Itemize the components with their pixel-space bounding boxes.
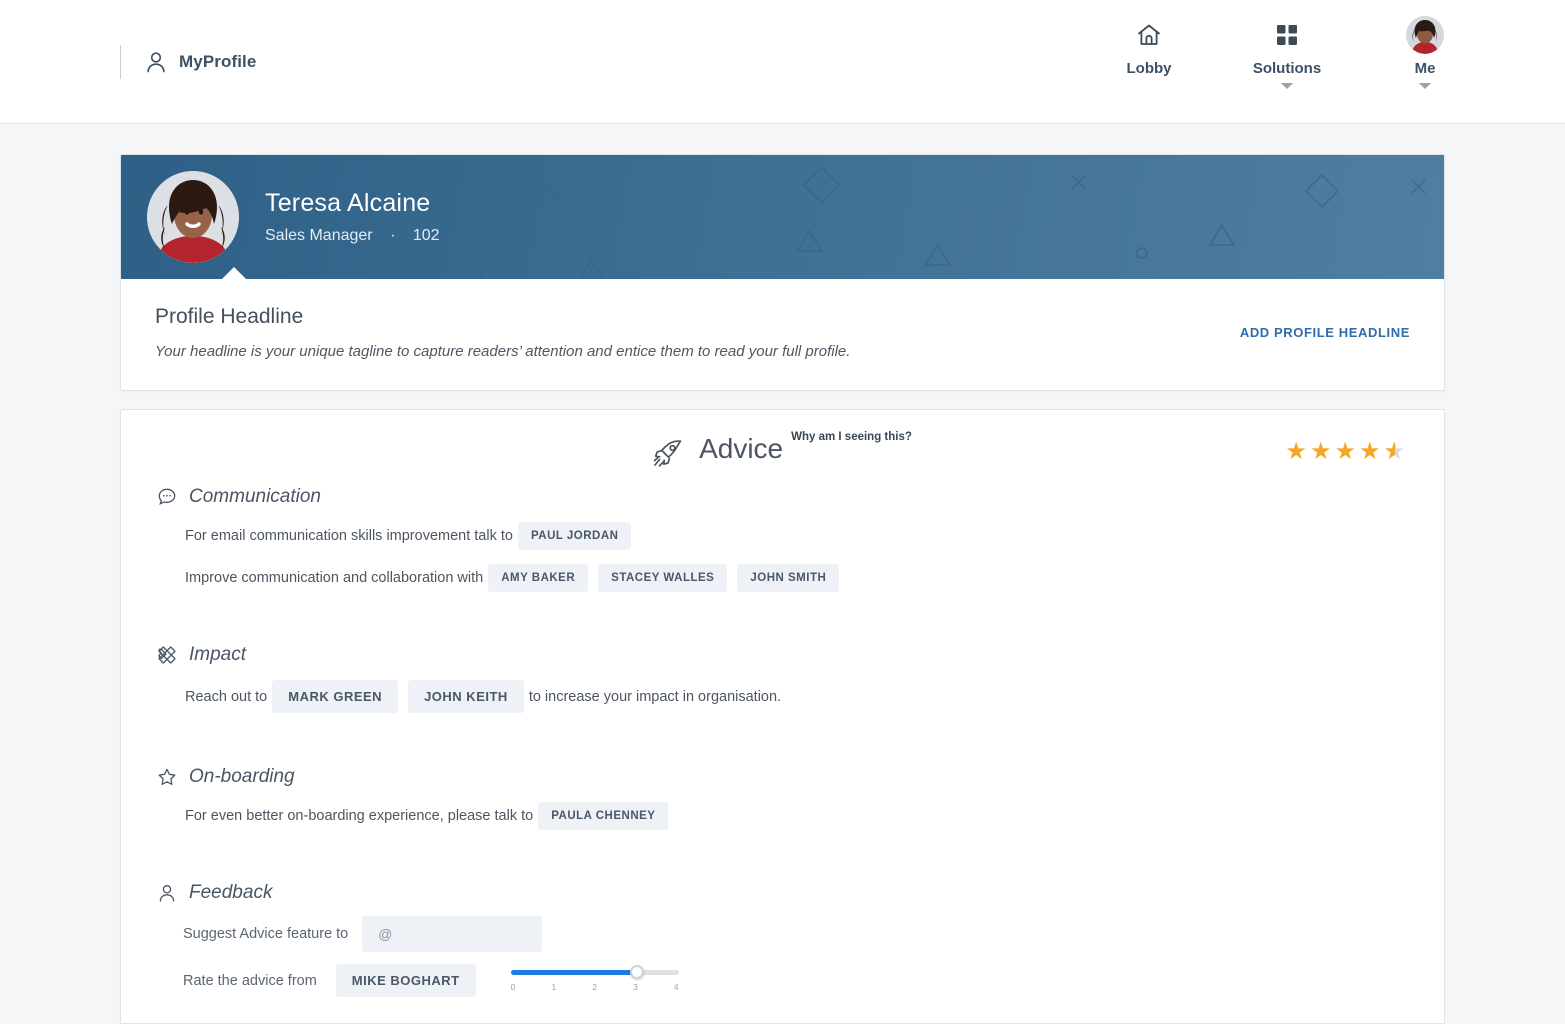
avatar bbox=[1406, 16, 1444, 54]
advice-line-prefix: Reach out to bbox=[185, 688, 268, 705]
slider-fill bbox=[510, 969, 637, 975]
headline-title: Profile Headline bbox=[155, 305, 304, 328]
rocket-icon bbox=[653, 439, 685, 472]
profile-separator: · bbox=[390, 227, 396, 244]
avatar-icon bbox=[1406, 16, 1444, 54]
brand-area[interactable]: MyProfile bbox=[120, 42, 256, 82]
profile-role: Sales Manager bbox=[265, 227, 373, 244]
headline-description: Your headline is your unique tagline to … bbox=[155, 343, 851, 360]
why-am-i-seeing-this-link[interactable]: Why am I seeing this? bbox=[791, 431, 912, 443]
crossed-diamonds-icon bbox=[157, 645, 177, 665]
nav-item-me[interactable]: Me bbox=[1381, 16, 1469, 89]
advice-card: Advice Why am I seeing this? ★ ★ ★ ★ ★ ★… bbox=[120, 409, 1445, 1024]
profile-id: 102 bbox=[412, 227, 440, 244]
slider-tick: 0 bbox=[510, 981, 516, 992]
advice-line: For email communication skills improveme… bbox=[157, 522, 1444, 550]
banner-notch bbox=[221, 267, 247, 279]
headline-text-block: Profile Headline Your headline is your u… bbox=[155, 305, 1210, 360]
slider-tick: 2 bbox=[592, 981, 597, 992]
profile-identity: Teresa Alcaine Sales Manager · 102 bbox=[265, 189, 440, 245]
star-icon-4[interactable]: ★ bbox=[1359, 440, 1382, 464]
profile-subtitle: Sales Manager · 102 bbox=[265, 227, 440, 245]
brand-divider bbox=[120, 44, 121, 79]
chevron-down-icon-me[interactable] bbox=[1419, 83, 1431, 89]
section-title-impact: Impact bbox=[189, 644, 247, 665]
advice-line: Reach out to MARK GREEN JOHN KEITH to in… bbox=[157, 680, 1444, 713]
person-icon bbox=[157, 883, 177, 903]
advice-line-prefix: For email communication skills improveme… bbox=[185, 528, 513, 544]
profile-name: Teresa Alcaine bbox=[265, 189, 431, 217]
suggest-advice-label: Suggest Advice feature to bbox=[183, 926, 349, 942]
star-icon-1[interactable]: ★ bbox=[1285, 440, 1308, 464]
advice-line-prefix: For even better on-boarding experience, … bbox=[185, 808, 534, 824]
suggest-advice-row: Suggest Advice feature to bbox=[157, 916, 1444, 952]
advice-section-communication: Communication For email communication sk… bbox=[121, 486, 1444, 592]
section-title-onboarding: On-boarding bbox=[189, 766, 295, 787]
person-chip[interactable]: MARK GREEN bbox=[272, 680, 399, 713]
nav-item-solutions[interactable]: Solutions bbox=[1243, 18, 1331, 89]
nav-label-me: Me bbox=[1414, 60, 1436, 77]
advice-line-suffix: to increase your impact in organisation. bbox=[528, 688, 782, 705]
add-profile-headline-button[interactable]: ADD PROFILE HEADLINE bbox=[1210, 325, 1410, 340]
person-chip[interactable]: JOHN SMITH bbox=[737, 564, 840, 592]
profile-headline-section: Profile Headline Your headline is your u… bbox=[121, 279, 1444, 390]
advice-title: Advice bbox=[699, 433, 784, 464]
section-title-communication: Communication bbox=[189, 486, 321, 507]
profile-banner: Teresa Alcaine Sales Manager · 102 bbox=[121, 155, 1444, 279]
advice-line-prefix: Improve communication and collaboration … bbox=[185, 570, 484, 586]
profile-avatar[interactable] bbox=[147, 171, 239, 263]
section-title-feedback: Feedback bbox=[189, 882, 273, 903]
home-icon bbox=[1135, 18, 1163, 52]
grid-icon bbox=[1273, 18, 1301, 52]
section-header-impact: Impact bbox=[157, 644, 1444, 666]
nav-label-lobby: Lobby bbox=[1126, 60, 1172, 77]
star-outline-icon bbox=[157, 767, 177, 787]
advice-section-feedback: Feedback Suggest Advice feature to Rate … bbox=[121, 882, 1444, 997]
advice-line: Improve communication and collaboration … bbox=[157, 564, 1444, 592]
chevron-down-icon-solutions[interactable] bbox=[1281, 83, 1293, 89]
person-chip[interactable]: JOHN KEITH bbox=[408, 680, 524, 713]
section-header-feedback: Feedback bbox=[157, 882, 1444, 904]
rate-advice-row: Rate the advice from MIKE BOGHART 0 1 2 … bbox=[157, 964, 1444, 997]
slider-tick: 4 bbox=[673, 981, 679, 992]
section-header-onboarding: On-boarding bbox=[157, 766, 1444, 788]
person-chip[interactable]: PAULA CHENNEY bbox=[538, 802, 669, 830]
profile-card: Teresa Alcaine Sales Manager · 102 Profi… bbox=[120, 154, 1445, 391]
slider-tick: 3 bbox=[633, 981, 638, 992]
slider-tick-labels: 0 1 2 3 4 bbox=[511, 982, 679, 992]
star-icon-5-half[interactable]: ★ bbox=[1383, 440, 1406, 465]
section-header-communication: Communication bbox=[157, 486, 1444, 508]
nav-item-lobby[interactable]: Lobby bbox=[1105, 18, 1193, 89]
person-chip[interactable]: AMY BAKER bbox=[488, 564, 589, 592]
rating-slider[interactable]: 0 1 2 3 4 bbox=[510, 965, 679, 992]
suggest-advice-input[interactable] bbox=[362, 916, 543, 952]
primary-nav: Lobby Solutions Me bbox=[1105, 16, 1469, 89]
advice-section-onboarding: On-boarding For even better on-boarding … bbox=[121, 766, 1444, 830]
slider-track[interactable] bbox=[510, 965, 679, 979]
star-icon-2[interactable]: ★ bbox=[1310, 440, 1333, 464]
advice-section-impact: Impact Reach out to MARK GREEN JOHN KEIT… bbox=[121, 644, 1444, 713]
person-chip[interactable]: PAUL JORDAN bbox=[517, 522, 632, 550]
nav-label-solutions: Solutions bbox=[1252, 60, 1322, 77]
top-navigation-bar: MyProfile Lobby Solutions Me bbox=[0, 0, 1565, 124]
star-icon-3[interactable]: ★ bbox=[1334, 440, 1357, 464]
speech-bubble-icon bbox=[157, 487, 177, 507]
slider-handle[interactable] bbox=[629, 965, 644, 979]
page-content: Teresa Alcaine Sales Manager · 102 Profi… bbox=[0, 124, 1565, 1024]
person-chip[interactable]: MIKE BOGHART bbox=[335, 964, 476, 997]
advice-rating-stars[interactable]: ★ ★ ★ ★ ★ bbox=[1285, 440, 1406, 465]
advice-header: Advice Why am I seeing this? ★ ★ ★ ★ ★ bbox=[121, 410, 1444, 472]
person-chip[interactable]: STACEY WALLES bbox=[598, 564, 728, 592]
advice-line: For even better on-boarding experience, … bbox=[157, 802, 1444, 830]
brand-label: MyProfile bbox=[179, 51, 257, 71]
slider-tick: 1 bbox=[551, 981, 557, 992]
rate-advice-label: Rate the advice from bbox=[183, 972, 317, 989]
person-icon bbox=[145, 50, 167, 74]
